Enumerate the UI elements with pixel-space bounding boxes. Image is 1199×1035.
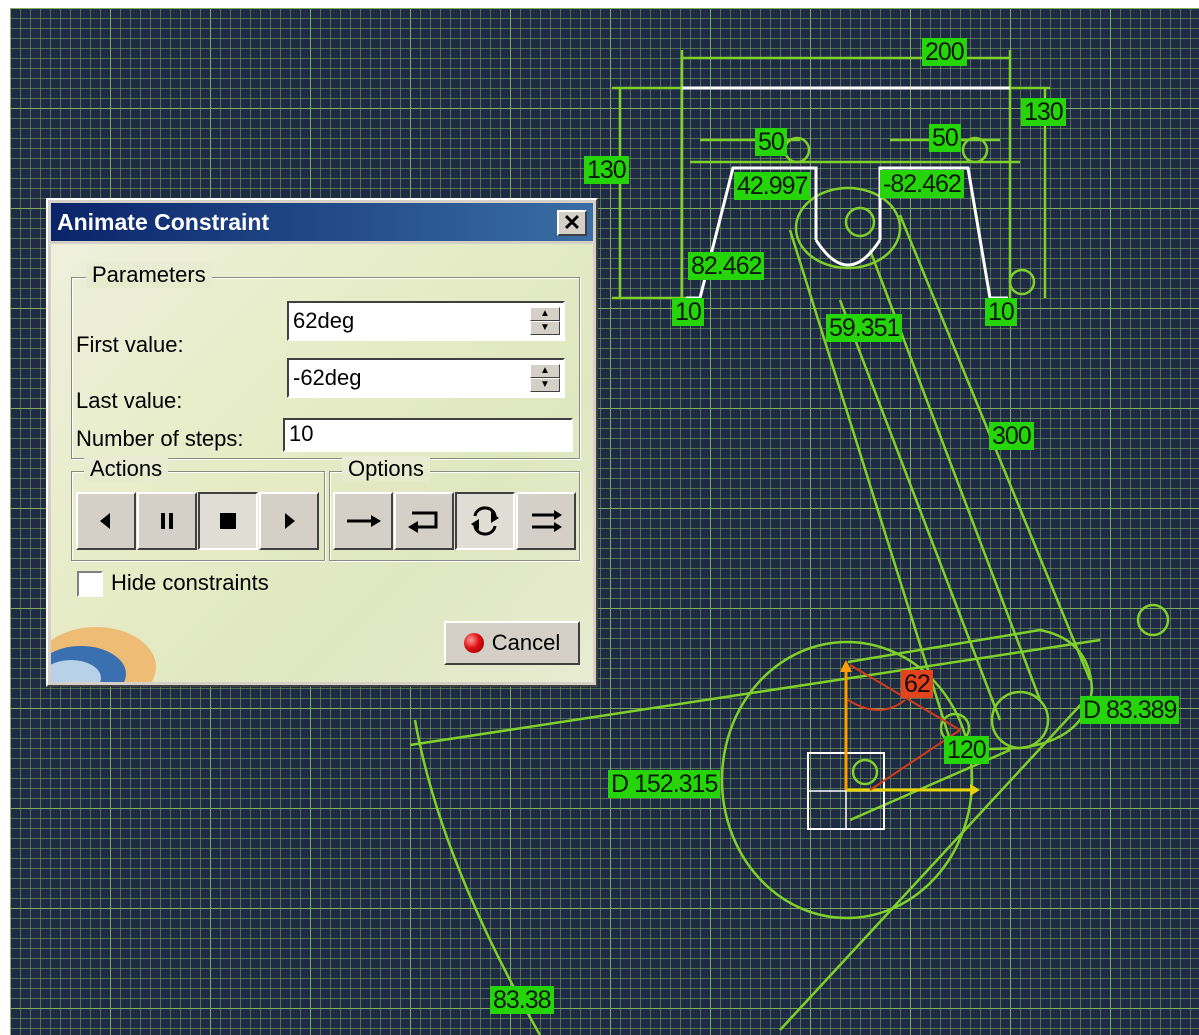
dim-right-slot[interactable]: 50 (929, 124, 961, 152)
dim-arm-length[interactable]: 300 (989, 422, 1034, 450)
step-backward-icon (100, 513, 110, 529)
last-value-up-icon[interactable]: ▲ (530, 364, 560, 378)
dim-right-height[interactable]: 130 (1021, 98, 1066, 126)
step-backward-button[interactable] (76, 492, 136, 550)
hide-constraints-label[interactable]: Hide constraints (111, 570, 269, 596)
first-value-input[interactable]: 62deg (293, 308, 354, 334)
first-value-up-icon[interactable]: ▲ (530, 307, 560, 321)
option-reverse-button[interactable] (394, 492, 454, 550)
dim-large-diameter[interactable]: D 152.315 (608, 770, 721, 798)
dim-right-angle[interactable]: -82.462 (880, 170, 964, 198)
dim-small-diameter[interactable]: D 83.389 (1080, 696, 1180, 724)
animate-constraint-dialog: Animate Constraint ✕ Parameters First va… (46, 198, 598, 687)
close-button[interactable]: ✕ (557, 210, 587, 236)
dim-left-angle[interactable]: 42.997 (734, 172, 811, 200)
first-value-label: First value: (76, 332, 184, 357)
first-value-spinner[interactable]: 62deg ▲ ▼ (287, 301, 565, 341)
dim-left-angle2[interactable]: 82.462 (688, 252, 765, 280)
return-arrow-icon (408, 511, 438, 533)
step-forward-button[interactable] (259, 492, 319, 550)
cancel-button[interactable]: Cancel (444, 621, 580, 665)
close-icon: ✕ (562, 210, 582, 235)
dim-left-foot[interactable]: 10 (672, 298, 704, 326)
dialog-body: Parameters First value: 62deg ▲ ▼ Last v… (51, 244, 593, 682)
dim-top-width[interactable]: 200 (922, 38, 967, 66)
dim-crank-length[interactable]: 120 (944, 736, 989, 764)
pause-button[interactable] (137, 492, 197, 550)
stop-icon (220, 513, 236, 529)
dim-right-foot[interactable]: 10 (985, 298, 1017, 326)
first-value-down-icon[interactable]: ▼ (530, 321, 560, 335)
actions-group: Actions (71, 456, 325, 561)
loop-arrows-icon (471, 506, 499, 536)
cancel-label: Cancel (491, 630, 561, 655)
actions-legend: Actions (84, 456, 169, 482)
options-legend: Options (342, 456, 430, 482)
dim-left-slot[interactable]: 50 (755, 128, 787, 156)
app-logo-watermark (51, 612, 161, 682)
cancel-icon (463, 633, 484, 653)
arrow-right-icon (347, 515, 381, 527)
dim-arm-angle[interactable]: 59.351 (826, 314, 903, 342)
pause-icon (161, 513, 173, 529)
dim-crank-angle[interactable]: 62 (901, 670, 933, 698)
option-repeat-button[interactable] (516, 492, 576, 550)
dim-left-height[interactable]: 130 (584, 156, 629, 184)
dialog-title: Animate Constraint (57, 209, 270, 235)
option-loop-button[interactable] (455, 492, 515, 550)
stop-button[interactable] (198, 492, 258, 550)
step-forward-icon (285, 513, 295, 529)
options-group: Options (329, 456, 580, 561)
last-value-input[interactable]: -62deg (293, 365, 362, 391)
last-value-label: Last value: (76, 388, 183, 413)
last-value-down-icon[interactable]: ▼ (530, 378, 560, 392)
dialog-titlebar[interactable]: Animate Constraint ✕ (51, 203, 593, 241)
hide-constraints-checkbox[interactable] (77, 571, 103, 597)
option-one-shot-button[interactable] (333, 492, 393, 550)
steps-label: Number of steps: (76, 426, 244, 451)
dim-bottom-arc[interactable]: 83.38 (490, 986, 554, 1014)
last-value-spinner[interactable]: -62deg ▲ ▼ (287, 358, 565, 398)
double-arrow-icon (532, 510, 562, 532)
steps-input[interactable]: 10 (283, 418, 573, 452)
parameters-legend: Parameters (86, 262, 212, 288)
